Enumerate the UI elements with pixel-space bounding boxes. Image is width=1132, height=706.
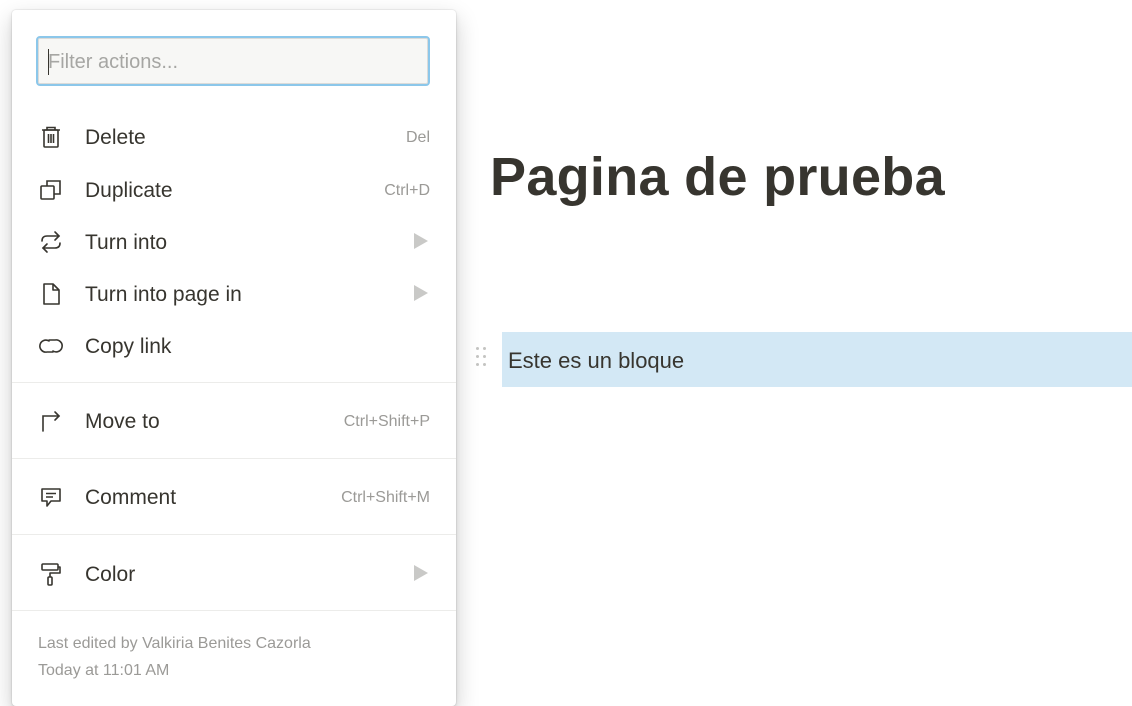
trash-icon (38, 124, 64, 150)
duplicate-icon (38, 177, 64, 203)
paint-roller-icon (38, 561, 64, 587)
menu-item-copy-link[interactable]: Copy link (24, 321, 444, 371)
menu-divider (12, 382, 456, 383)
menu-item-shortcut: Del (405, 129, 430, 146)
last-edited-time: Today at 11:01 AM (38, 662, 170, 679)
drag-handle-icon[interactable] (474, 345, 488, 373)
sidebar-edge (0, 0, 12, 706)
selected-text-block[interactable]: Este es un bloque (502, 332, 1132, 387)
menu-item-label: Delete (85, 126, 146, 149)
last-edited-by: Last edited by Valkiria Benites Cazorla (38, 635, 311, 652)
menu-divider (12, 458, 456, 459)
menu-item-turn-into-page-in[interactable]: Turn into page in (24, 269, 444, 319)
menu-item-move-to[interactable]: Move to Ctrl+Shift+P (24, 396, 444, 446)
page-title[interactable]: Pagina de prueba (490, 146, 945, 208)
move-to-icon (38, 408, 64, 434)
block-text: Este es un bloque (508, 348, 685, 373)
menu-item-turn-into[interactable]: Turn into (24, 217, 444, 267)
menu-item-label: Copy link (85, 335, 172, 358)
menu-item-label: Turn into (85, 231, 168, 254)
menu-item-shortcut: Ctrl+Shift+M (341, 489, 430, 506)
menu-item-shortcut: Ctrl+D (384, 182, 430, 199)
submenu-arrow-icon (414, 565, 428, 581)
menu-item-label: Comment (85, 486, 177, 509)
menu-item-label: Duplicate (85, 179, 173, 202)
notion-page: Pagina de prueba Este es un bloque Filte… (0, 0, 1132, 706)
menu-item-label: Move to (85, 410, 160, 433)
link-icon (38, 333, 64, 359)
menu-item-color[interactable]: Color (24, 549, 444, 599)
submenu-arrow-icon (414, 233, 428, 249)
menu-divider (12, 534, 456, 535)
turn-into-icon (38, 229, 64, 255)
text-caret (48, 49, 49, 75)
menu-item-delete[interactable]: Delete Del (24, 112, 444, 162)
submenu-arrow-icon (414, 285, 428, 301)
last-edited-info: Last edited by Valkiria Benites Cazorla … (38, 630, 311, 684)
menu-item-label: Color (85, 563, 136, 586)
menu-item-shortcut: Ctrl+Shift+P (343, 413, 430, 430)
menu-divider (12, 610, 456, 611)
menu-item-duplicate[interactable]: Duplicate Ctrl+D (24, 165, 444, 215)
menu-item-comment[interactable]: Comment Ctrl+Shift+M (24, 472, 444, 522)
filter-actions-input[interactable] (46, 46, 420, 78)
page-icon (38, 281, 64, 307)
filter-actions-field[interactable] (36, 36, 430, 86)
comment-icon (38, 484, 64, 510)
menu-item-label: Turn into page in (85, 283, 242, 306)
block-actions-menu: Delete Del Duplicate Ctrl+D (12, 10, 456, 706)
